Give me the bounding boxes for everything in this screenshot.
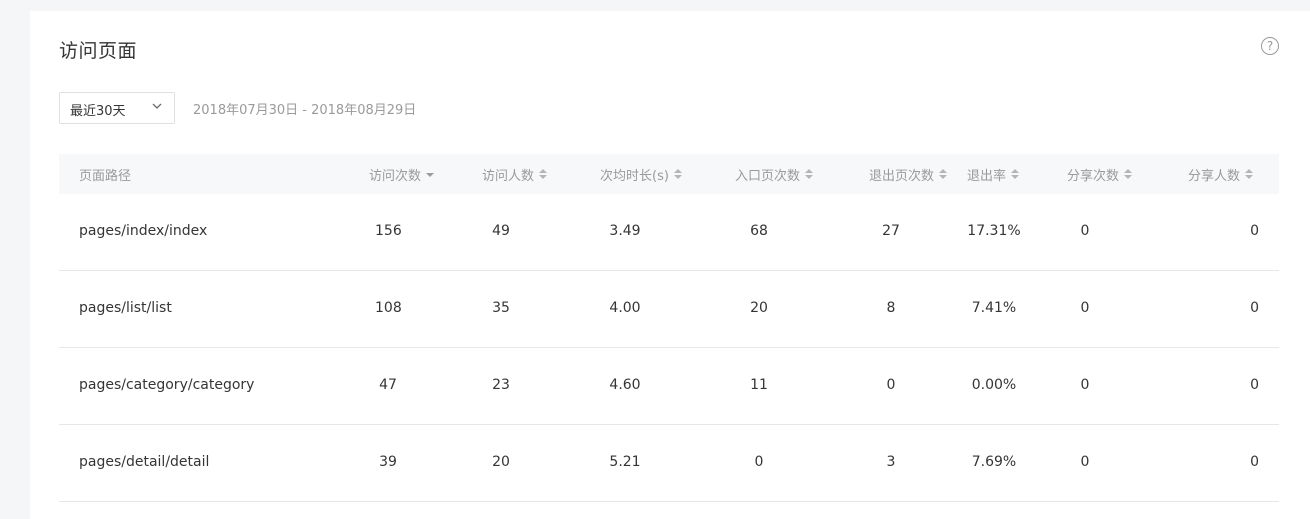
cell-exit-count: 8 [886,300,896,316]
column-header-entry-count[interactable]: 入口页次数 [735,165,814,184]
table-row: pages/detail/detail 39 20 5.21 0 3 7.69%… [59,425,1279,502]
date-range-select[interactable]: 最近30天 [59,92,175,124]
cell-exit-rate: 7.41% [971,300,1017,316]
cell-entry-count: 0 [754,454,764,470]
table-row: pages/index/index 156 49 3.49 68 27 17.3… [59,194,1279,271]
cell-exit-count: 3 [886,454,896,470]
cell-exit-rate: 17.31% [967,223,1021,239]
cell-avg-duration: 5.21 [609,454,641,470]
column-header-share-count[interactable]: 分享次数 [1067,165,1133,184]
cell-exit-count: 27 [882,223,900,239]
column-header-visitors[interactable]: 访问人数 [482,165,548,184]
cell-visitors: 35 [492,300,510,316]
cell-visits: 47 [379,377,397,393]
cell-exit-rate: 0.00% [971,377,1017,393]
cell-share-count: 0 [1080,300,1090,316]
cell-avg-duration: 4.00 [609,300,641,316]
column-header-label: 分享次数 [1067,169,1120,184]
column-header-label: 次均时长(s) [600,169,669,184]
date-range-select-value: 最近30天 [70,104,126,119]
cell-visits: 39 [379,454,397,470]
cell-path: pages/index/index [79,223,208,239]
cell-share-users: 0 [1250,377,1259,393]
column-header-exit-count[interactable]: 退出页次数 [869,165,948,184]
question-circle-icon[interactable]: ? [1261,37,1279,55]
cell-share-count: 0 [1080,377,1090,393]
cell-path: pages/detail/detail [79,454,210,470]
cell-visits: 108 [375,300,402,316]
cell-path: pages/list/list [79,300,172,316]
cell-avg-duration: 3.49 [609,223,641,239]
pages-table: 页面路径 访问次数 访问人数 次均时长(s) 入口页次数 退出页次数 退出率 分… [59,154,1279,502]
cell-visits: 156 [375,223,402,239]
cell-entry-count: 20 [750,300,768,316]
column-header-path: 页面路径 [79,165,131,184]
column-header-label: 入口页次数 [735,169,801,184]
column-header-label: 分享人数 [1188,169,1241,184]
cell-entry-count: 11 [750,377,768,393]
sort-desc-icon [426,169,435,181]
sort-icon [673,168,682,181]
sort-icon [805,168,814,181]
sort-icon [1124,168,1133,181]
cell-visitors: 20 [492,454,510,470]
cell-share-users: 0 [1250,300,1259,316]
cell-visitors: 23 [492,377,510,393]
column-header-label: 退出页次数 [869,169,935,184]
column-header-label: 退出率 [967,169,1007,184]
cell-share-count: 0 [1080,454,1090,470]
sort-icon [1011,168,1020,181]
cell-path: pages/category/category [79,377,255,393]
cell-share-users: 0 [1250,223,1259,239]
visit-pages-card: 访问页面 ? 最近30天 2018年07月30日 - 2018年08月29日 页… [30,11,1310,519]
cell-visitors: 49 [492,223,510,239]
sort-icon [1245,168,1254,181]
column-header-visits[interactable]: 访问次数 [369,165,435,184]
sort-icon [939,168,948,181]
page-title: 访问页面 [59,40,138,62]
column-header-exit-rate[interactable]: 退出率 [967,165,1020,184]
table-header: 页面路径 访问次数 访问人数 次均时长(s) 入口页次数 退出页次数 退出率 分… [59,154,1279,194]
cell-avg-duration: 4.60 [609,377,641,393]
cell-share-users: 0 [1250,454,1259,470]
column-header-label: 访问次数 [369,169,422,184]
column-header-label: 访问人数 [482,169,535,184]
cell-share-count: 0 [1080,223,1090,239]
sort-icon [539,168,548,181]
cell-exit-rate: 7.69% [971,454,1017,470]
column-header-label: 页面路径 [79,169,132,184]
cell-entry-count: 68 [750,223,768,239]
date-range-text: 2018年07月30日 - 2018年08月29日 [193,103,417,118]
table-row: pages/category/category 47 23 4.60 11 0 … [59,348,1279,425]
column-header-avg-duration[interactable]: 次均时长(s) [600,165,682,184]
column-header-share-users[interactable]: 分享人数 [1188,165,1254,184]
chevron-down-icon [152,103,162,109]
cell-exit-count: 0 [886,377,896,393]
table-row: pages/list/list 108 35 4.00 20 8 7.41% 0… [59,271,1279,348]
